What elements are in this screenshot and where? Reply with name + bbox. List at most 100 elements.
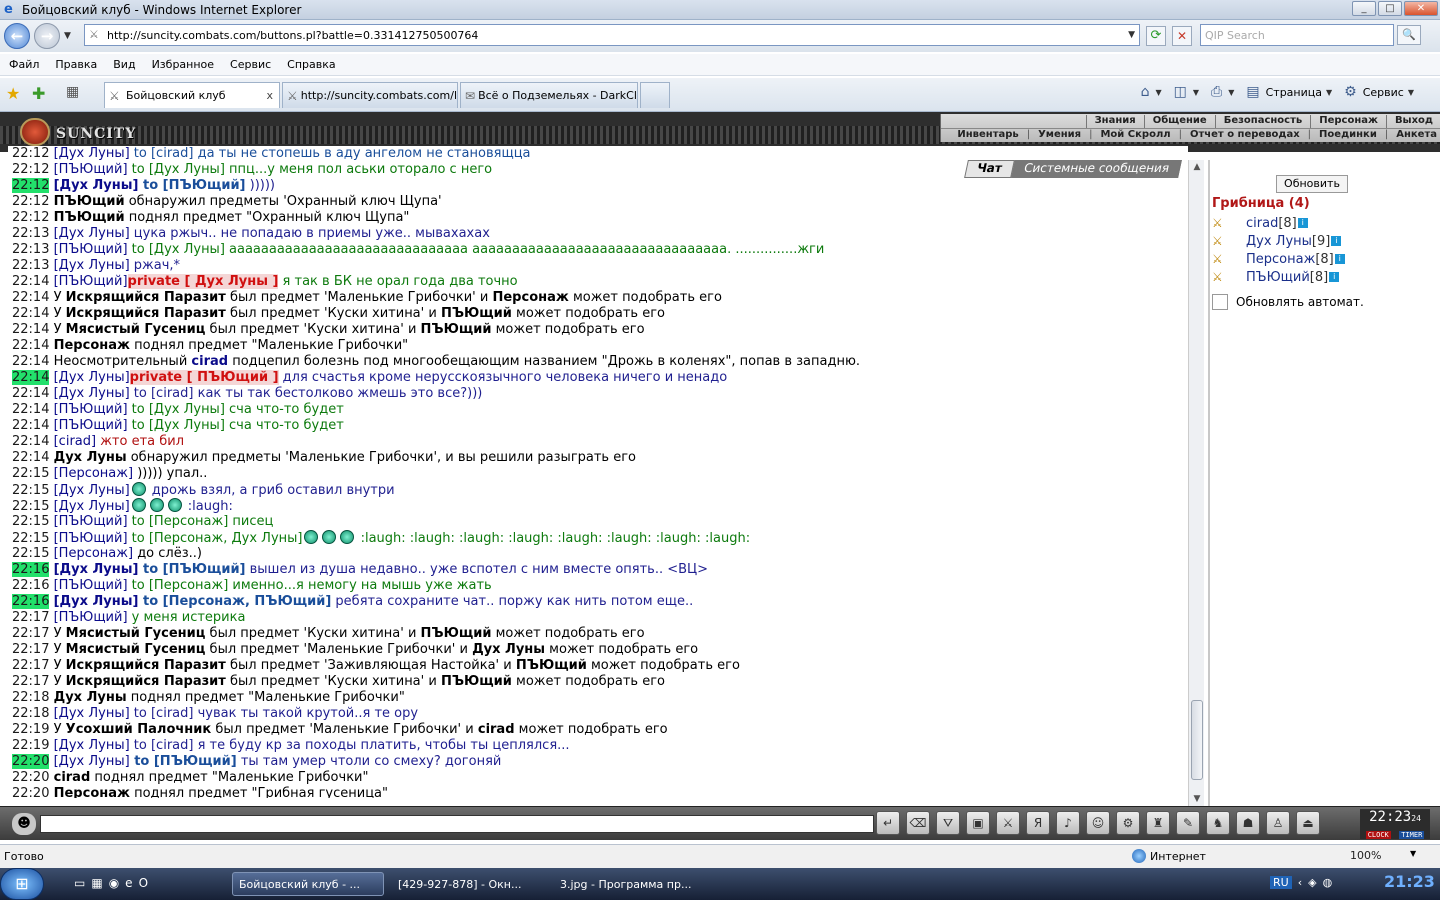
fight-icon[interactable]: ⚔ xyxy=(996,811,1020,835)
back-button[interactable]: ← xyxy=(4,23,30,49)
nav-knowledge[interactable]: Знания xyxy=(1085,115,1144,128)
minimize-button[interactable]: _ xyxy=(1352,1,1376,16)
tab-chat[interactable]: Чат xyxy=(964,160,1015,178)
quick-tabs-icon[interactable]: ▦ xyxy=(66,84,79,100)
mask-icon[interactable]: ☗ xyxy=(1236,811,1260,835)
task-chat-window[interactable]: [429-927-878] - Окн... xyxy=(392,872,548,896)
translit-icon[interactable]: Я xyxy=(1026,811,1050,835)
save-icon[interactable]: ▣ xyxy=(966,811,990,835)
maximize-button[interactable]: □ xyxy=(1378,1,1402,16)
feeds-icon[interactable]: ◫ xyxy=(1172,84,1189,100)
chat-nick[interactable]: [ПЪЮщий] xyxy=(54,578,128,593)
player-info-icon[interactable]: i xyxy=(1329,272,1340,282)
chat-nick[interactable]: [ПЪЮщий] xyxy=(54,418,128,433)
start-button[interactable]: ⊞ xyxy=(0,868,44,900)
network-icon[interactable]: ◈ xyxy=(1308,876,1316,889)
chat-nick[interactable]: [ПЪЮщий] xyxy=(54,274,128,289)
nav-communication[interactable]: Общение xyxy=(1143,115,1215,128)
exit-icon[interactable]: ⏏ xyxy=(1296,811,1320,835)
tab-fight-club[interactable]: ⚔ Бойцовский клуб x xyxy=(104,82,280,108)
chat-nick[interactable]: [Дух Луны] xyxy=(54,499,130,514)
smiley-icon[interactable]: ☺ xyxy=(1086,811,1110,835)
tab-dungeons[interactable]: ✉ Всё о Подземельях - DarkCl... xyxy=(460,82,638,108)
url-field[interactable]: ⚔ http://suncity.combats.com/buttons.pl?… xyxy=(84,24,1140,46)
player-info-icon[interactable]: i xyxy=(1331,236,1342,246)
search-input[interactable]: QIP Search xyxy=(1200,24,1394,46)
chat-nick[interactable]: [Дух Луны] xyxy=(54,754,130,769)
player-row[interactable]: ⚔ Персонаж [8] i xyxy=(1212,250,1345,268)
refresh-players-button[interactable]: Обновить xyxy=(1276,175,1348,193)
tray-expand-icon[interactable]: ‹ xyxy=(1298,876,1302,889)
chat-nick[interactable]: cirad xyxy=(191,354,228,369)
new-tab-button[interactable] xyxy=(640,82,670,108)
nav-my-scroll[interactable]: Мой Скролл xyxy=(1096,129,1174,141)
close-window-button[interactable]: ✕ xyxy=(1404,1,1438,16)
eraser-icon[interactable]: ⌫ xyxy=(906,811,930,835)
chat-mode-icon[interactable]: ☻ xyxy=(12,813,36,835)
opera-icon[interactable]: O xyxy=(139,876,148,890)
chat-nick[interactable]: [Дух Луны] xyxy=(54,178,139,193)
chat-nick[interactable]: [cirad] xyxy=(54,434,96,449)
chat-nick[interactable]: [Дух Луны] xyxy=(54,146,130,161)
attack-icon[interactable]: ⚔ xyxy=(1212,216,1234,230)
chat-nick[interactable]: [Дух Луны] xyxy=(54,738,130,753)
home-icon[interactable]: ⌂ xyxy=(1139,84,1152,100)
chat-nick[interactable]: [Персонаж] xyxy=(54,546,133,561)
history-dropdown-icon[interactable]: ▼ xyxy=(64,31,71,41)
menu-edit[interactable]: Правка xyxy=(48,58,104,71)
player-name[interactable]: cirad xyxy=(1246,216,1278,231)
nav-battles[interactable]: Поединки xyxy=(1315,129,1381,141)
chat-nick[interactable]: [ПЪЮщий] xyxy=(54,610,128,625)
nav-skills[interactable]: Умения xyxy=(1034,129,1085,141)
player-name[interactable]: Дух Луны xyxy=(1246,234,1312,249)
calculator-icon[interactable]: ▦ xyxy=(91,876,102,890)
scroll-up-icon[interactable]: ▲ xyxy=(1189,160,1205,174)
scroll-thumb[interactable] xyxy=(1191,700,1203,780)
nav-security[interactable]: Безопасность xyxy=(1214,115,1311,128)
nav-exit[interactable]: Выход xyxy=(1385,115,1440,128)
chat-nick[interactable]: [Дух Луны] xyxy=(54,594,139,609)
chat-nick[interactable]: [ПЪЮщий] xyxy=(54,162,128,177)
url-dropdown-icon[interactable]: ▼ xyxy=(1128,30,1135,40)
menu-help[interactable]: Справка xyxy=(280,58,342,71)
tab-suncity[interactable]: ⚔ http://suncity.combats.com/l... xyxy=(282,82,458,108)
player-info-icon[interactable]: i xyxy=(1297,218,1308,228)
settings-icon[interactable]: ⚙ xyxy=(1116,811,1140,835)
console-icon[interactable]: ▭ xyxy=(74,876,85,890)
auto-refresh-checkbox[interactable] xyxy=(1212,294,1228,310)
send-icon[interactable]: ↵ xyxy=(876,811,900,835)
chat-nick[interactable]: [Дух Луны] xyxy=(54,706,130,721)
chat-nick[interactable]: [Дух Луны] xyxy=(54,562,139,577)
page-menu[interactable]: Страница xyxy=(1266,86,1322,99)
nav-profile[interactable]: Анкета xyxy=(1392,129,1440,141)
search-button[interactable]: 🔍 xyxy=(1397,25,1421,45)
nav-transfers[interactable]: Отчет о переводах xyxy=(1186,129,1304,141)
sound-icon[interactable]: ♪ xyxy=(1056,811,1080,835)
bag-icon[interactable]: ♜ xyxy=(1146,811,1170,835)
language-indicator[interactable]: RU xyxy=(1270,876,1292,889)
group-icon[interactable]: ♙ xyxy=(1266,811,1290,835)
chat-nick[interactable]: [ПЪЮщий] xyxy=(54,514,128,529)
refresh-button[interactable]: ⟳ xyxy=(1146,26,1166,46)
attack-icon[interactable]: ⚔ xyxy=(1212,252,1234,266)
player-name[interactable]: Персонаж xyxy=(1246,252,1315,267)
tab-close-icon[interactable]: x xyxy=(266,89,273,102)
filter-icon[interactable]: ⛛ xyxy=(936,811,960,835)
scroll-down-icon[interactable]: ▼ xyxy=(1189,792,1205,806)
task-fight-club[interactable]: Бойцовский клуб - ... xyxy=(232,872,384,896)
chrome-icon[interactable]: ◉ xyxy=(109,876,119,890)
dog-icon[interactable]: ♞ xyxy=(1206,811,1230,835)
map-icon[interactable]: ✎ xyxy=(1176,811,1200,835)
nav-character[interactable]: Персонаж xyxy=(1310,115,1386,128)
forward-button[interactable]: → xyxy=(34,23,60,49)
chat-scrollbar[interactable]: ▲ ▼ xyxy=(1188,160,1204,806)
chat-input[interactable] xyxy=(40,815,874,833)
stop-button[interactable]: ✕ xyxy=(1172,26,1192,46)
chat-nick[interactable]: [Дух Луны] xyxy=(54,483,130,498)
chat-nick[interactable]: [ПЪЮщий] xyxy=(54,531,128,546)
menu-view[interactable]: Вид xyxy=(106,58,142,71)
player-row[interactable]: ⚔ cirad [8] i xyxy=(1212,214,1345,232)
attack-icon[interactable]: ⚔ xyxy=(1212,234,1234,248)
task-image-viewer[interactable]: 3.jpg - Программа пр... xyxy=(554,872,710,896)
chat-nick[interactable]: [Дух Луны] xyxy=(54,258,130,273)
